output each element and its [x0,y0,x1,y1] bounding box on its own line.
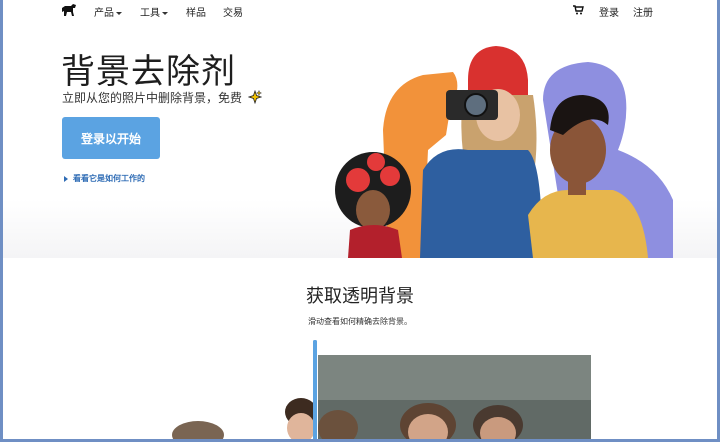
page: 产品 工具 样品 交易 登录 注册 背景去除剂 立即从您的照片中删除背景，免费 … [3,0,717,439]
nav-item-products[interactable]: 产品 [94,4,122,19]
nav-item-label: 工具 [140,8,160,19]
nav-item-tools[interactable]: 工具 [140,4,168,19]
how-it-works-label: 看看它是如何工作的 [73,174,145,183]
how-it-works-link[interactable]: 看看它是如何工作的 [64,173,145,184]
sparkles-icon [247,90,262,104]
hero-subtitle-text: 立即从您的照片中删除背景，免费 [62,91,243,105]
chevron-down-icon [116,11,122,15]
play-icon [64,175,68,182]
hero-people-image [335,46,673,258]
top-nav: 产品 工具 样品 交易 登录 注册 [3,0,717,22]
comparison-slider-handle[interactable] [313,340,317,439]
section-title: 获取透明背景 [306,286,414,307]
page-title: 背景去除剂 [61,52,236,92]
nav-item-deals[interactable]: 交易 [223,4,243,19]
login-link[interactable]: 登录 [599,4,619,19]
nav-item-label: 产品 [94,8,114,19]
chevron-down-icon [162,11,168,15]
hero-section: 背景去除剂 立即从您的照片中删除背景，免费 登录以开始 看看它是如何工作的 [3,22,717,258]
before-after-demo[interactable] [163,340,593,439]
horse-logo-icon[interactable] [61,3,77,17]
signup-link[interactable]: 注册 [633,4,653,19]
hero-subtitle: 立即从您的照片中删除背景，免费 [62,89,262,106]
section-subtitle: 滑动查看如何精确去除背景。 [308,317,412,326]
cart-icon[interactable] [573,5,584,15]
nav-item-samples[interactable]: 样品 [186,4,206,19]
login-to-start-button[interactable]: 登录以开始 [62,117,160,159]
